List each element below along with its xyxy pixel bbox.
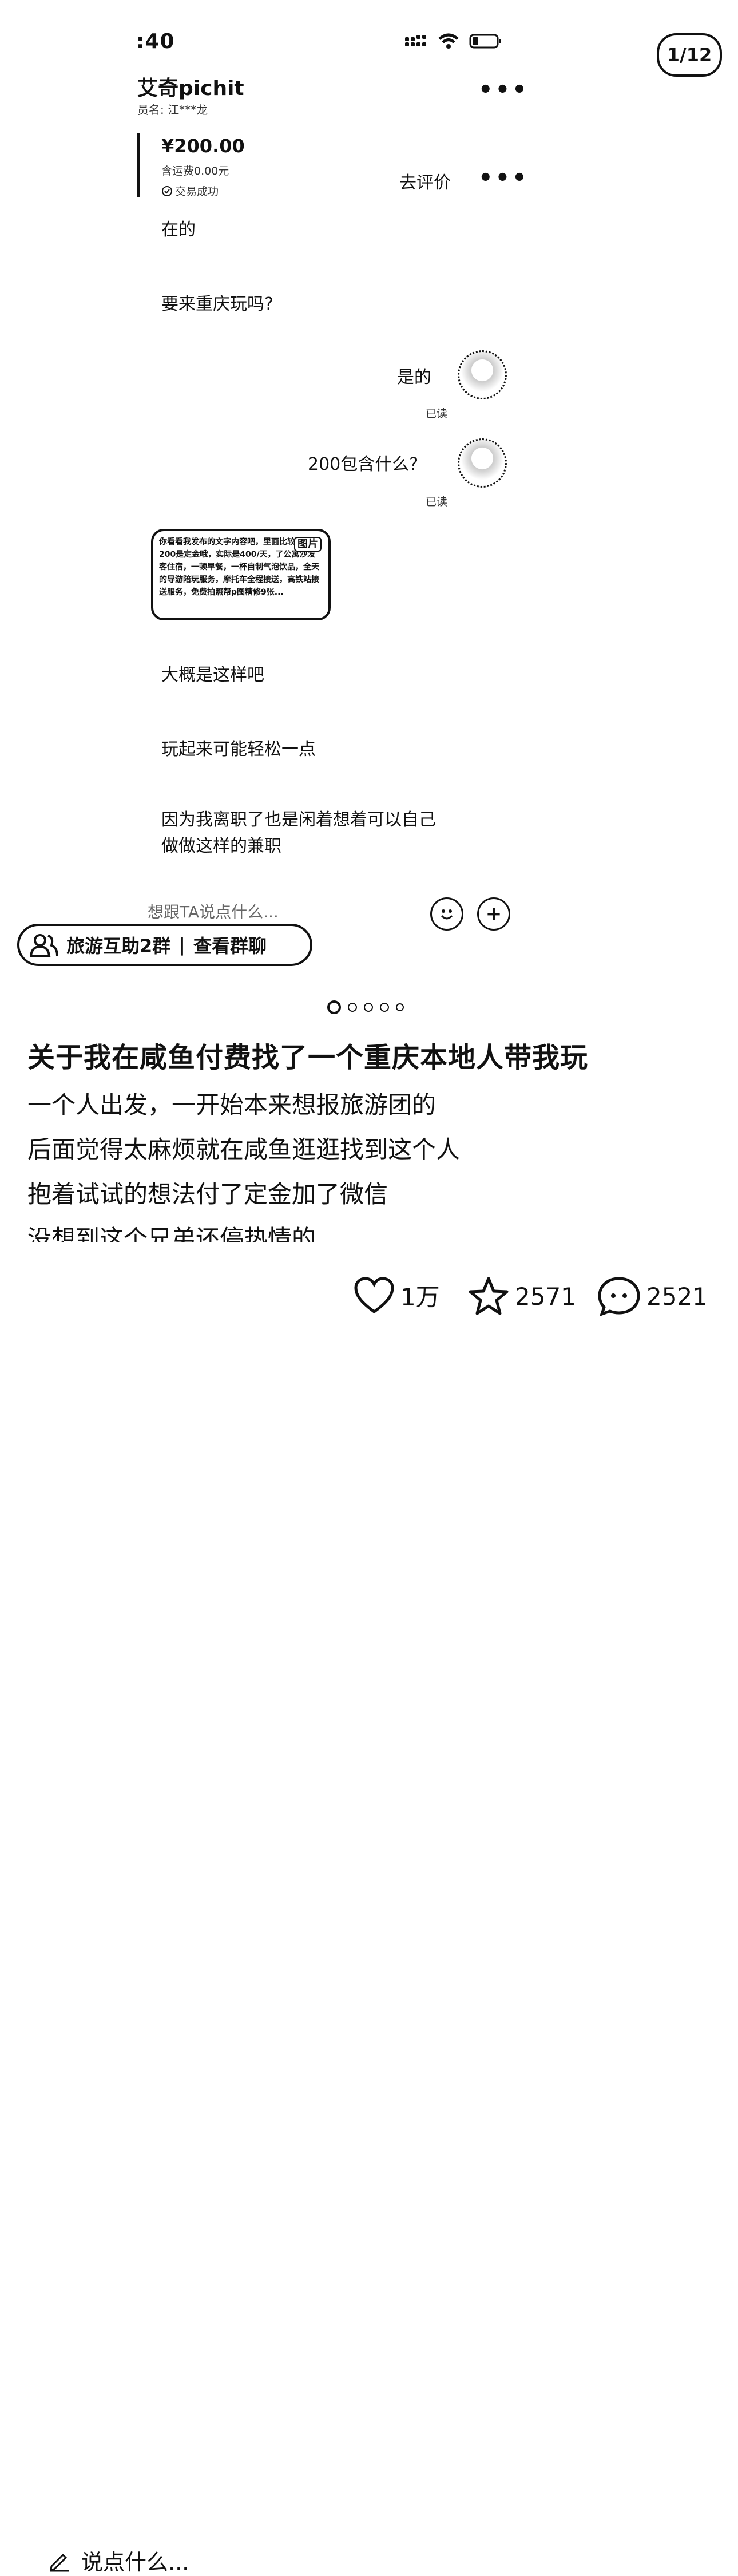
emoji-icon[interactable] [430, 897, 463, 931]
post-line: 抱着试试的想法付了定金加了微信 [27, 1180, 388, 1208]
comment-placeholder: 说点什么... [81, 2550, 189, 2575]
message-bubble: 要来重庆玩吗? [161, 294, 273, 314]
group-chat-pill[interactable]: 旅游互助2群 | 查看群聊 [17, 924, 312, 966]
signal-icon [405, 35, 426, 46]
star-icon [469, 1277, 509, 1315]
comment-input[interactable]: 说点什么... [48, 2545, 189, 2576]
carousel-dot-active [327, 1000, 341, 1014]
check-circle-icon [162, 185, 172, 196]
avatar [458, 350, 507, 399]
order-price: ¥200.00 [161, 135, 245, 157]
post-body: 一个人出发，一开始本来想报旅游团的 后面觉得太麻烦就在咸鱼逛逛找到这个人 抱着试… [27, 1083, 714, 1242]
group-separator: | [178, 934, 185, 956]
message-bubble: 200包含什么? [308, 454, 419, 474]
message-bubble: 是的 [397, 367, 431, 387]
comment-bubble-icon [598, 1277, 640, 1316]
chat-screenshot: :40 1/12 艾奇pichit 员名: 江***龙 ••• ¥200.00 … [0, 0, 738, 973]
carousel-dot [364, 1003, 373, 1012]
pencil-icon [50, 2553, 69, 2571]
bottom-action-bar: 说点什么... 1万 2571 2521 [0, 1265, 738, 2575]
wifi-icon [438, 33, 459, 49]
like-button[interactable]: 1万 [354, 1276, 440, 1314]
status-icons [405, 33, 502, 49]
image-carousel-indicator [327, 1000, 404, 1014]
view-group-link[interactable]: 查看群聊 [193, 932, 267, 958]
post-line: 后面觉得太麻烦就在咸鱼逛逛找到这个人 [27, 1135, 461, 1164]
like-count: 1万 [400, 1283, 440, 1311]
heart-icon [354, 1277, 394, 1314]
seller-name: 艾奇pichit [137, 77, 244, 100]
order-status: 交易成功 [161, 183, 219, 199]
message-bubble: 玩起来可能轻松一点 [161, 739, 316, 759]
message-bubble: 因为我离职了也是闲着想着可以自己做做这样的兼职 [161, 810, 436, 856]
status-time: :40 [136, 30, 175, 53]
comment-button[interactable]: 2521 [597, 1276, 708, 1316]
carousel-dot [348, 1003, 357, 1012]
read-receipt: 已读 [426, 496, 448, 508]
battery-icon [469, 34, 501, 49]
post-line: 没想到这个兄弟还停热情的 [27, 1225, 316, 1242]
read-receipt: 已读 [426, 407, 448, 420]
avatar [458, 438, 507, 488]
image-message[interactable]: 你看看我发布的文字内容吧，里面比较详细。200是定金哦，实际是400/天，了公寓… [151, 529, 331, 620]
order-more-icon[interactable]: ••• [478, 165, 529, 191]
product-thumbnail [137, 133, 150, 197]
page-counter: 1/12 [657, 33, 722, 77]
message-bubble: 在的 [161, 220, 196, 240]
group-icon [30, 934, 58, 957]
review-button[interactable]: 去评价 [399, 168, 451, 193]
chat-composer[interactable]: 想跟TA说点什么... [148, 900, 279, 923]
favorite-count: 2571 [515, 1282, 576, 1311]
favorite-button[interactable]: 2571 [468, 1276, 576, 1316]
comment-count: 2521 [646, 1282, 708, 1311]
image-tag: 图片 [294, 537, 322, 552]
carousel-dot [396, 1003, 404, 1011]
group-name: 旅游互助2群 [66, 935, 171, 957]
plus-icon[interactable]: + [477, 897, 510, 931]
post-line: 一个人出发，一开始本来想报旅游团的 [27, 1091, 437, 1119]
message-bubble: 大概是这样吧 [161, 665, 264, 685]
seller-sub: 员名: 江***龙 [137, 103, 208, 117]
order-freight: 含运费0.00元 [161, 165, 229, 177]
order-status-text: 交易成功 [175, 185, 219, 198]
post-title: 关于我在咸鱼付费找了一个重庆本地人带我玩 [27, 1042, 589, 1074]
more-icon[interactable]: ••• [478, 77, 529, 103]
carousel-dot [380, 1003, 389, 1012]
